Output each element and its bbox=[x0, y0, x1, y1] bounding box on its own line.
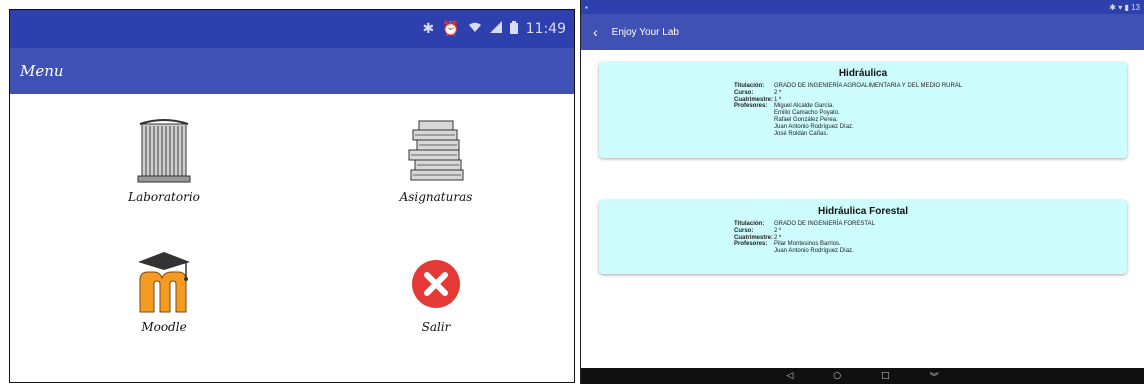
alarm-icon: ⏰ bbox=[442, 21, 460, 37]
clock-time: 13 bbox=[1131, 2, 1140, 12]
wifi-icon bbox=[468, 21, 482, 37]
back-arrow-icon[interactable]: ‹ bbox=[593, 24, 598, 40]
subject-details: Titulación: GRADO DE INGENIERÍA FORESTAL … bbox=[734, 221, 1127, 255]
professor-name: Juan Antonio Rodríguez Díaz. bbox=[774, 248, 854, 255]
nav-home-icon[interactable]: ○ bbox=[833, 371, 841, 381]
status-bar: ✱ ⏰ 11:49 bbox=[10, 10, 574, 48]
cuatrimestre-value: 2 º bbox=[774, 234, 782, 241]
nav-back-icon[interactable]: ◁ bbox=[786, 371, 793, 381]
professor-list: Pilar Montesinos Barrios. Juan Antonio R… bbox=[774, 241, 854, 255]
tile-laboratorio[interactable]: Laboratorio bbox=[104, 114, 224, 204]
tile-moodle[interactable]: Moodle bbox=[104, 244, 224, 334]
status-icons: ✱ ▾ ▮ 13 bbox=[1109, 2, 1140, 12]
lab-books-icon bbox=[104, 114, 224, 184]
tile-asignaturas[interactable]: Asignaturas bbox=[376, 114, 496, 204]
field-label: Cuatrimestre: bbox=[734, 234, 774, 241]
field-label: Curso: bbox=[734, 227, 754, 234]
menu-screen: ✱ ⏰ 11:49 Menu Laboratorio Asignaturas M… bbox=[9, 9, 575, 383]
professor-name: José Roldán Cañas. bbox=[774, 130, 829, 137]
subject-list: Hidráulica Titulación: GRADO DE INGENIERÍ… bbox=[581, 50, 1144, 368]
subject-title: Hidráulica bbox=[838, 68, 888, 79]
curso-value: 2 º bbox=[774, 89, 782, 96]
professor-name: Juan Antonio Rodríguez Díaz. bbox=[774, 123, 854, 130]
field-label: Cuatrimestre: bbox=[734, 96, 774, 103]
field-label: Titulación: bbox=[734, 83, 765, 89]
professor-name: Pilar Montesinos Barrios. bbox=[774, 241, 841, 248]
menu-grid: Laboratorio Asignaturas Moodle Salir bbox=[10, 94, 574, 382]
tile-label: Asignaturas bbox=[399, 190, 473, 204]
tile-label: Moodle bbox=[141, 320, 187, 334]
page-title: Menu bbox=[20, 62, 64, 80]
subjects-screen: ▪ ✱ ▾ ▮ 13 ‹ Enjoy Your Lab Hidráulica T… bbox=[580, 0, 1144, 384]
titulacion-value: GRADO DE INGENIERÍA AGROALIMENTARIA Y DE… bbox=[774, 83, 963, 89]
moodle-logo-icon bbox=[104, 244, 224, 314]
system-nav-bar: ◁ ○ □ ︾ bbox=[581, 368, 1144, 384]
titulacion-value: GRADO DE INGENIERÍA FORESTAL bbox=[774, 221, 875, 227]
bluetooth-icon: ✱ bbox=[422, 21, 435, 37]
lab-appbar: ‹ Enjoy Your Lab bbox=[581, 14, 1144, 50]
professor-list: Miguel Alcalde García. Emilio Camacho Po… bbox=[774, 103, 854, 137]
field-label: Profesores: bbox=[734, 103, 768, 110]
field-label: Titulación: bbox=[734, 221, 765, 227]
professor-name: Rafael González Perea. bbox=[774, 116, 838, 123]
tile-salir[interactable]: Salir bbox=[376, 244, 496, 334]
field-label: Profesores: bbox=[734, 241, 768, 248]
menu-appbar: Menu bbox=[10, 48, 574, 94]
professor-name: Miguel Alcalde García. bbox=[774, 103, 835, 110]
field-label: Curso: bbox=[734, 89, 754, 96]
notification-icon: ▪ bbox=[585, 2, 588, 12]
close-icon bbox=[376, 244, 496, 314]
battery-icon bbox=[509, 20, 518, 38]
curso-value: 2 º bbox=[774, 227, 782, 234]
professor-name: Emilio Camacho Poyato. bbox=[774, 110, 840, 117]
tile-label: Laboratorio bbox=[128, 190, 200, 204]
subject-card[interactable]: Hidráulica Titulación: GRADO DE INGENIERÍ… bbox=[599, 62, 1127, 158]
subject-card[interactable]: Hidráulica Forestal Titulación: GRADO DE … bbox=[599, 200, 1127, 274]
cuatrimestre-value: 1 º bbox=[774, 96, 782, 103]
book-stack-icon bbox=[376, 114, 496, 184]
status-bar: ▪ ✱ ▾ ▮ 13 bbox=[581, 0, 1144, 14]
clock-time: 11:49 bbox=[525, 21, 566, 37]
subject-title: Hidráulica Forestal bbox=[817, 206, 909, 217]
page-title: Enjoy Your Lab bbox=[611, 26, 679, 38]
nav-recents-icon[interactable]: □ bbox=[881, 371, 890, 381]
tile-label: Salir bbox=[421, 320, 451, 334]
nav-collapse-icon[interactable]: ︾ bbox=[930, 370, 939, 383]
subject-details: Titulación: GRADO DE INGENIERÍA AGROALIME… bbox=[734, 83, 1127, 137]
signal-icon bbox=[489, 21, 502, 37]
